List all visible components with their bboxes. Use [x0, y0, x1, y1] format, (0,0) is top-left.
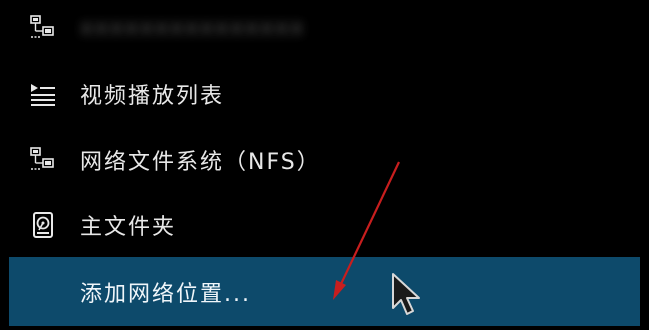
network-icon	[30, 147, 54, 170]
playlist-icon	[31, 84, 55, 106]
menu-item-label: 网络文件系统（NFS）	[80, 150, 321, 175]
menu-item-label: 主文件夹	[80, 215, 177, 240]
menu-item-nfs[interactable]: 网络文件系统（NFS）	[9, 130, 640, 190]
menu-item-obscured-source[interactable]: xxxxxxxxxxxxxxx	[9, 0, 640, 58]
menu-item-home-folder[interactable]: 主文件夹	[9, 195, 640, 255]
network-icon	[30, 15, 54, 38]
hard-drive-icon	[33, 212, 53, 238]
menu-item-video-playlists[interactable]: 视频播放列表	[9, 64, 640, 124]
menu-item-label: xxxxxxxxxxxxxxx	[80, 15, 306, 41]
menu-item-add-network-location[interactable]: 添加网络位置...	[9, 257, 640, 326]
mouse-pointer-icon	[392, 273, 420, 315]
source-menu-list: xxxxxxxxxxxxxxx 视频播放列表 网络文件系统（NFS） 主文件夹 …	[0, 0, 649, 330]
menu-item-label: 添加网络位置...	[80, 281, 251, 307]
menu-item-label: 视频播放列表	[80, 84, 225, 109]
